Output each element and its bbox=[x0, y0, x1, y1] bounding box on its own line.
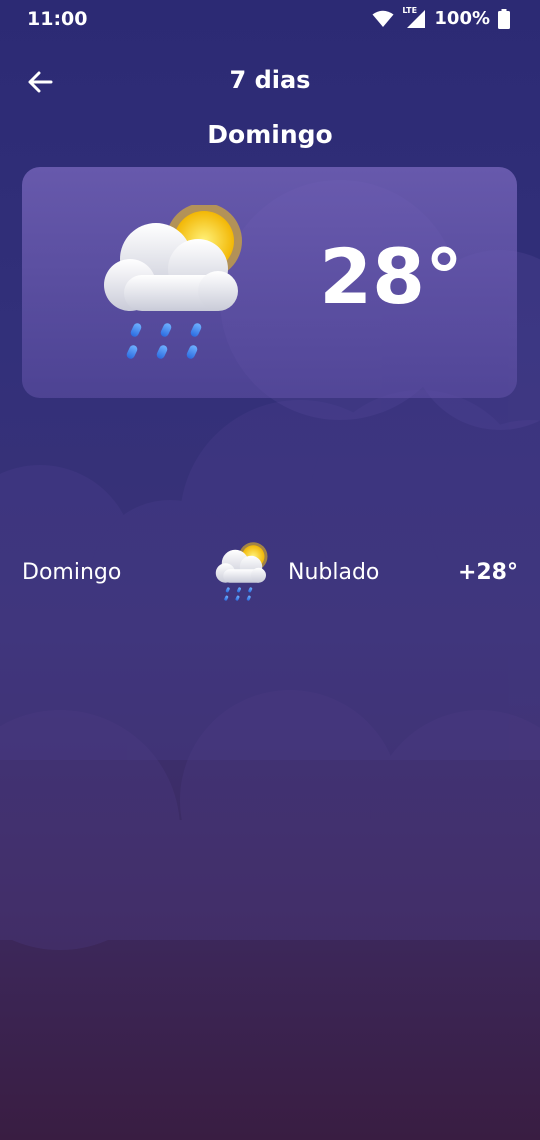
status-time: 11:00 bbox=[27, 8, 88, 30]
forecast-temperature: +28° bbox=[457, 560, 518, 585]
status-icons: LTE 100% bbox=[372, 5, 510, 29]
forecast-condition: Nublado bbox=[288, 560, 380, 585]
current-temperature: 28° bbox=[319, 232, 463, 321]
battery-percentage: 100% bbox=[434, 8, 490, 29]
status-bar: 11:00 LTE 100% bbox=[0, 0, 540, 40]
forecast-row[interactable]: Domingo Nublado +28° bbox=[0, 540, 540, 610]
battery-icon bbox=[498, 8, 510, 29]
lte-label: LTE bbox=[402, 5, 418, 15]
cloud-sun-rain-icon bbox=[104, 205, 242, 359]
app-bar: 7 dias bbox=[0, 58, 540, 102]
lte-signal-icon: LTE bbox=[402, 5, 426, 29]
cloud-sun-rain-icon bbox=[215, 542, 268, 601]
page-title: 7 dias bbox=[229, 66, 311, 94]
forecast-day: Domingo bbox=[22, 560, 122, 585]
current-weather-card: 28° bbox=[22, 167, 517, 398]
current-day-title: Domingo bbox=[207, 120, 333, 149]
wifi-icon bbox=[372, 10, 394, 27]
